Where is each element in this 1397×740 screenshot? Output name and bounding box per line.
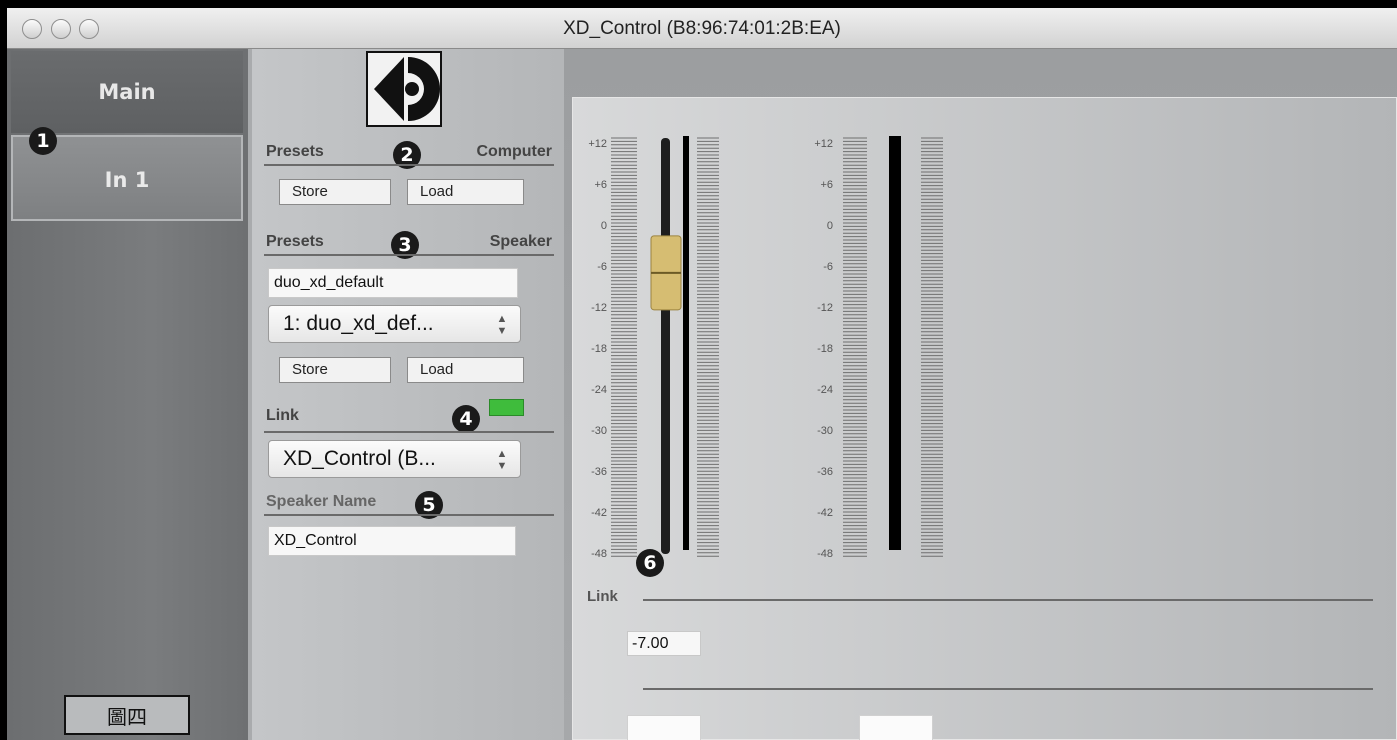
speaker-name-field[interactable]: XD_Control xyxy=(268,526,516,556)
fader-track xyxy=(661,138,670,554)
link-device-select[interactable]: XD_Control (B... ▲ ▼ xyxy=(268,440,521,478)
meter-2-scale-label: 0 xyxy=(827,220,833,232)
meter-2-scale-label: -30 xyxy=(817,425,833,437)
presets-computer-label: Presets xyxy=(266,143,324,160)
speaker-preset-select[interactable]: 1: duo_xd_def... ▲ ▼ xyxy=(268,305,521,343)
computer-label: Computer xyxy=(476,143,552,160)
meter-2-bar xyxy=(889,136,901,550)
computer-store-button[interactable]: Store xyxy=(279,179,391,205)
annotation-badge-4: 4 xyxy=(452,405,480,433)
brand-logo-icon xyxy=(366,51,442,127)
meter-area: +12 +6 0 -6 -12 -18 -24 -30 -36 -42 -48 +12 +6 0 -6 -12… xyxy=(564,49,1397,740)
link-device-select-value: XD_Control (B... xyxy=(283,447,436,470)
fader-link-label: Link xyxy=(587,588,618,605)
meter-1-scale-label: -30 xyxy=(591,425,607,437)
figure-caption: 圖四 xyxy=(64,695,190,735)
meter-1-scale-label: -42 xyxy=(591,507,607,519)
annotation-badge-1: 1 xyxy=(29,127,57,155)
meter-2-scale-label: -36 xyxy=(817,466,833,478)
meter-2-scale-label: -12 xyxy=(817,302,833,314)
app-window: XD_Control (B8:96:74:01:2B:EA) Main In 1… xyxy=(7,8,1397,740)
meter-2-scale-label: +6 xyxy=(820,179,833,191)
meter-2-scale-label: -24 xyxy=(817,384,833,396)
annotation-badge-6: 6 xyxy=(636,549,664,577)
meter-2-scale-label: -18 xyxy=(817,343,833,355)
presets-speaker-label: Presets xyxy=(266,233,324,250)
value-field-2[interactable] xyxy=(859,715,933,740)
meter-1-scale-label: -36 xyxy=(591,466,607,478)
chevron-updown-icon: ▲ ▼ xyxy=(496,448,508,472)
divider xyxy=(264,164,554,166)
chevron-updown-icon: ▲ ▼ xyxy=(496,313,508,337)
meter-1-scale-label: +12 xyxy=(588,138,607,150)
divider xyxy=(264,254,554,256)
fader-value-field[interactable]: -7.00 xyxy=(627,631,701,656)
speaker-label: Speaker xyxy=(489,233,552,250)
link-status-led xyxy=(489,399,524,416)
speaker-preset-select-value: 1: duo_xd_def... xyxy=(283,312,434,335)
meter-2-scale-label: -42 xyxy=(817,507,833,519)
speaker-store-button[interactable]: Store xyxy=(279,357,391,383)
divider xyxy=(643,599,1373,601)
speaker-load-button[interactable]: Load xyxy=(407,357,524,383)
meter-1-scale-label: -6 xyxy=(597,261,607,273)
speaker-preset-name-field[interactable]: duo_xd_default xyxy=(268,268,518,298)
meter-panel: +12 +6 0 -6 -12 -18 -24 -30 -36 -42 -48 +12 +6 0 -6 -12… xyxy=(572,97,1397,740)
speaker-name-label: Speaker Name xyxy=(266,493,377,510)
divider xyxy=(643,688,1373,690)
meter-2-scale-label: -48 xyxy=(817,548,833,560)
divider xyxy=(264,514,554,516)
meter-1-bar xyxy=(683,136,689,550)
settings-panel: Presets Computer 2 Store Load Presets Sp… xyxy=(252,49,564,740)
computer-load-button[interactable]: Load xyxy=(407,179,524,205)
meter-1-scale-label: -18 xyxy=(591,343,607,355)
divider xyxy=(264,431,554,433)
value-field-1[interactable] xyxy=(627,715,701,740)
meter-2-scale-label: -6 xyxy=(823,261,833,273)
meter-1-scale-label: +6 xyxy=(594,179,607,191)
meter-1-scale-label: -48 xyxy=(591,548,607,560)
meter-1-scale-label: 0 xyxy=(601,220,607,232)
meter-2-scale-label: +12 xyxy=(814,138,833,150)
link-label: Link xyxy=(266,407,299,424)
title-bar: XD_Control (B8:96:74:01:2B:EA) xyxy=(7,8,1397,49)
meter-1-scale-label: -24 xyxy=(591,384,607,396)
tab-main[interactable]: Main xyxy=(11,51,243,133)
window-title: XD_Control (B8:96:74:01:2B:EA) xyxy=(563,18,841,39)
meter-1-scale-label: -12 xyxy=(591,302,607,314)
sidebar: Main In 1 1 圖四 xyxy=(7,49,248,740)
speaker-name-header: Speaker Name xyxy=(266,493,552,511)
